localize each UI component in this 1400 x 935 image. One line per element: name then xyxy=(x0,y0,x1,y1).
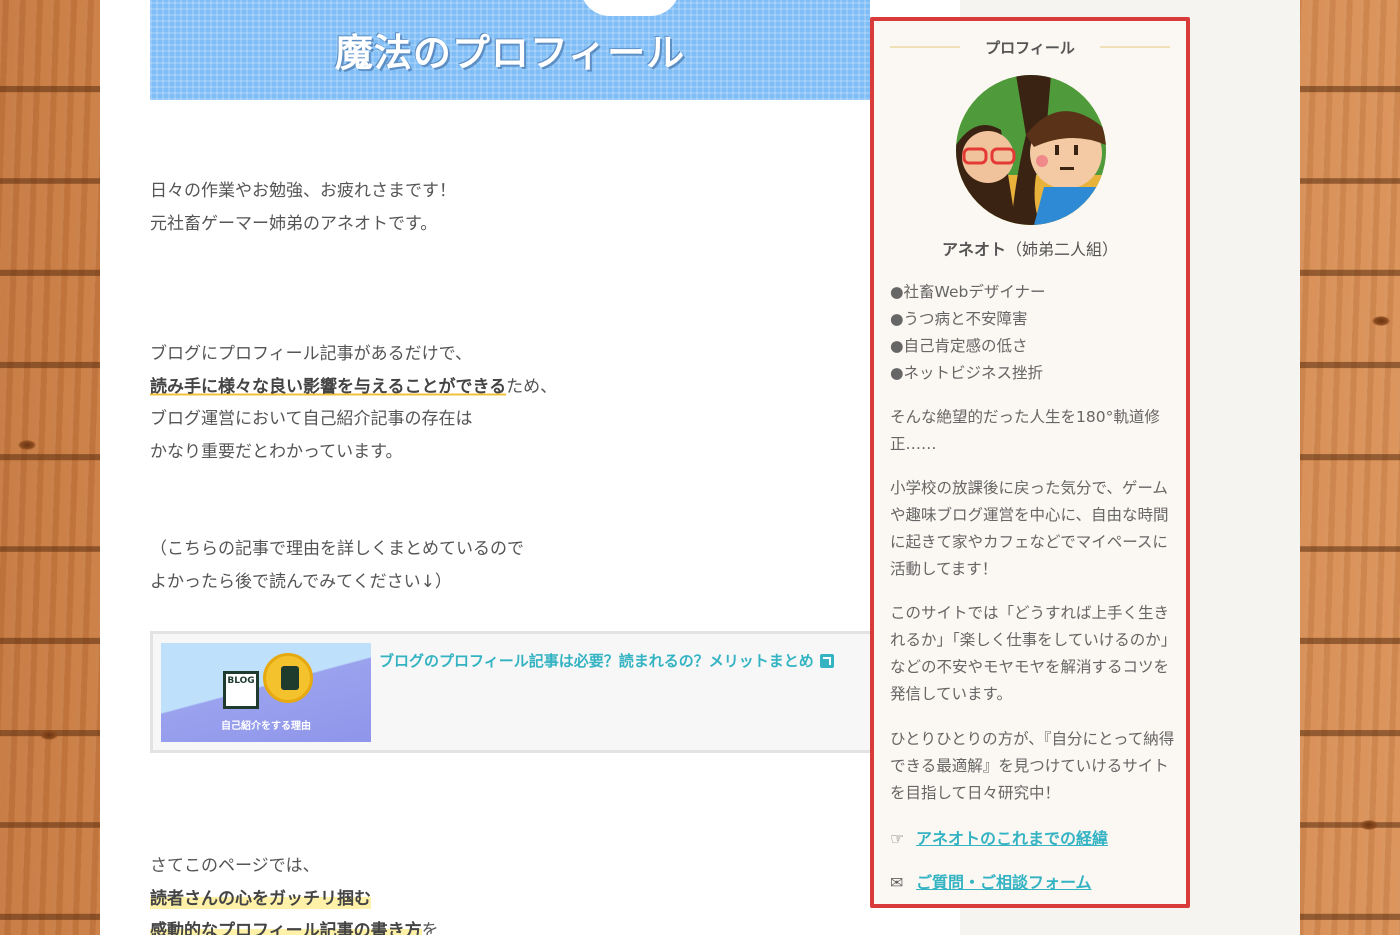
avatar-illustration xyxy=(956,75,1106,225)
eyecatch-title: 魔法のプロフィール xyxy=(334,31,686,75)
blog-card-link[interactable]: BLOG 自己紹介をする理由 ブログのプロフィール記事は必要？読まれるの？メリッ… xyxy=(150,631,910,753)
reference-line-1: （こちらの記事で理由を詳しくまとめているので xyxy=(150,539,524,559)
closing-line-1: さてこのページでは、 xyxy=(150,856,320,876)
intro-line-1: 日々の作業やお勉強、お疲れさまです！ xyxy=(150,181,456,201)
list-item: ●社畜Webデザイナー xyxy=(890,283,1046,301)
speech-bubble-shape xyxy=(580,0,680,16)
yellow-marker-text-2: 感動的なプロフィール記事の書き方 xyxy=(150,921,422,935)
intro-paragraph: 日々の作業やお勉強、お疲れさまです！ 元社畜ゲーマー姉弟のアネオトです。 xyxy=(150,175,456,240)
external-link-icon xyxy=(819,654,834,668)
importance-line-2-rest: ため、 xyxy=(506,376,558,397)
blog-card-title[interactable]: ブログのプロフィール記事は必要？読まれるの？メリットまとめ xyxy=(379,650,834,671)
wood-knot xyxy=(18,440,36,450)
bio-paragraph-3: このサイトでは「どうすれば上手く生きれるか」「楽しく仕事をしていけるのか」などの… xyxy=(890,604,1177,703)
eyecatch-image: 魔法のプロフィール xyxy=(150,0,870,100)
reference-paragraph: （こちらの記事で理由を詳しくまとめているので よかったら後で読んでみてください↓… xyxy=(150,533,524,598)
importance-line-1: ブログにプロフィール記事があるだけで、 xyxy=(150,344,472,364)
importance-line-3: ブログ運営において自己紹介記事の存在は xyxy=(150,409,473,429)
envelope-icon: ✉ xyxy=(890,873,904,892)
intro-line-2: 元社畜ゲーマー姉弟のアネオトです。 xyxy=(150,213,438,234)
wood-knot xyxy=(40,730,58,740)
underline-marker-text: 読み手に様々な良い影響を与えることができる xyxy=(150,376,507,397)
contact-form-link[interactable]: ✉ ご質問・ご相談フォーム xyxy=(890,869,1092,893)
widget-title: プロフィール xyxy=(985,39,1075,57)
thumbs-up-icon: ☞ xyxy=(890,829,905,848)
profile-name: アネオト（姉弟二人組） xyxy=(941,240,1119,259)
wood-knot xyxy=(1372,316,1390,326)
bio-paragraph-4: ひとりひとりの方が、『自分にとって納得できる最適解』を見つけていけるサイトを目指… xyxy=(890,730,1175,802)
list-item: ●自己肯定感の低さ xyxy=(890,337,1028,355)
reference-line-2: よかったら後で読んでみてください↓） xyxy=(150,571,452,592)
closing-paragraph: さてこのページでは、 読者さんの心をガッチリ掴む 感動的なプロフィール記事の書き… xyxy=(150,850,439,935)
list-item: ●うつ病と不安障害 xyxy=(890,310,1028,328)
closing-line-3: 感動的なプロフィール記事の書き方を xyxy=(150,915,439,935)
yellow-marker-text: 読者さんの心をガッチリ掴む xyxy=(150,888,371,909)
profile-traits-list: ●社畜Webデザイナー ●うつ病と不安障害 ●自己肯定感の低さ ●ネットビジネス… xyxy=(890,279,1180,387)
blog-sign-icon: BLOG xyxy=(223,671,259,709)
wood-knot xyxy=(1360,820,1378,830)
profile-document-icon xyxy=(263,653,313,703)
importance-line-4: かなり重要だとわかっています。 xyxy=(150,441,403,462)
thumbnail-caption: 自己紹介をする理由 xyxy=(221,721,311,732)
avatar xyxy=(956,75,1106,225)
bio-paragraph-1: そんな絶望的だった人生を180°軌道修正…… xyxy=(890,408,1160,453)
importance-line-2: 読み手に様々な良い影響を与えることができるため、 xyxy=(150,371,557,404)
bio-paragraph-2: 小学校の放課後に戻った気分で、ゲームや趣味ブログ運営を中心に、自由な時間に起きて… xyxy=(890,479,1169,578)
closing-line-2: 読者さんの心をガッチリ掴む xyxy=(150,883,439,916)
blog-card-thumbnail: BLOG 自己紹介をする理由 xyxy=(161,643,371,742)
history-link[interactable]: ☞ アネオトのこれまでの経緯 xyxy=(890,825,1108,849)
profile-widget: プロフィール アネオト（姉弟二人組） ●社畜Webデザイナー ●うつ病と不安障害… xyxy=(870,17,1190,908)
list-item: ●ネットビジネス挫折 xyxy=(890,364,1044,382)
importance-paragraph: ブログにプロフィール記事があるだけで、 読み手に様々な良い影響を与えることができ… xyxy=(150,338,557,468)
